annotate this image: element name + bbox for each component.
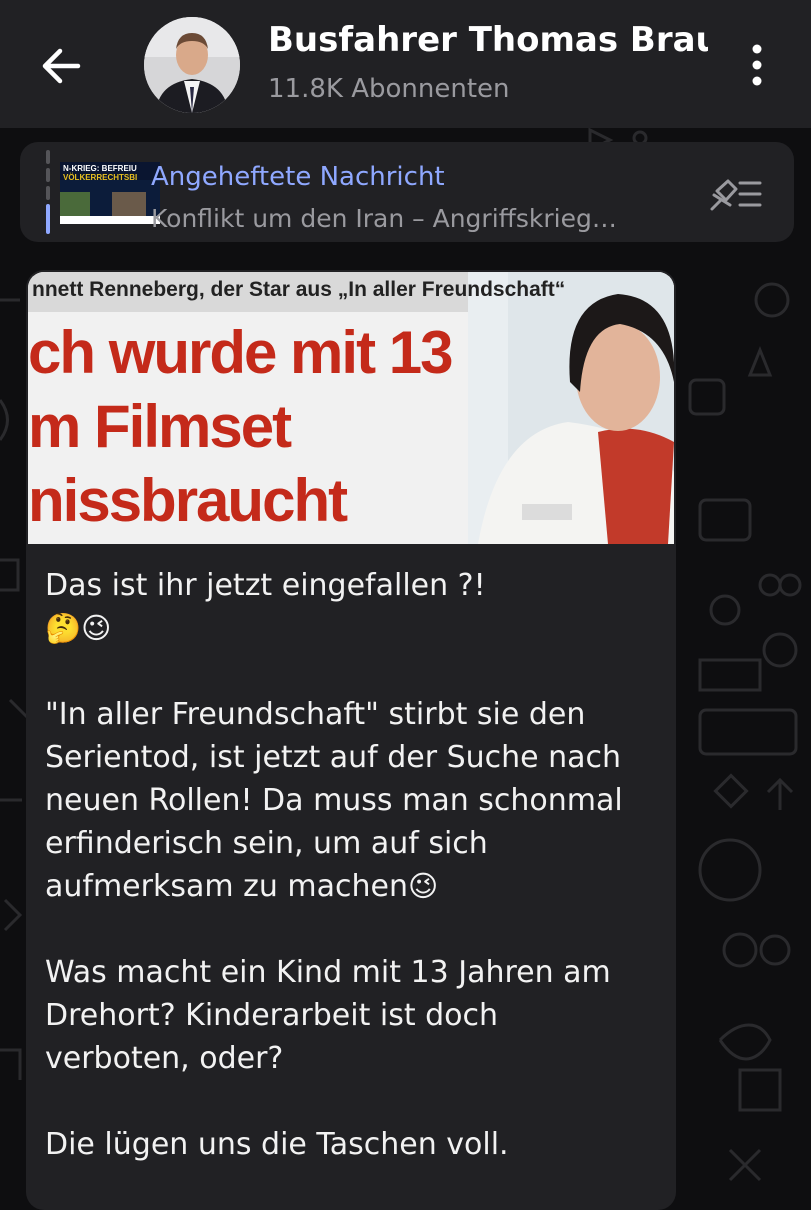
image-headline: ch wurde mit 13 m Filmset nissbraucht: [28, 316, 453, 538]
wink-emoji: 😉: [408, 869, 439, 903]
message-line-1: Das ist ihr jetzt eingefallen ?!: [45, 568, 486, 603]
channel-avatar[interactable]: [144, 17, 240, 113]
vertical-dots-icon: [752, 44, 762, 86]
pinned-thumbnail: N-KRIEG: BEFREIU VÖLKERRECHTSBI: [60, 162, 160, 224]
subscriber-count: 11.8K Abonnenten: [268, 74, 510, 104]
thumbnail-line-2: VÖLKERRECHTSBI: [63, 173, 138, 182]
post-photo[interactable]: nnett Renneberg, der Star aus „In aller …: [28, 272, 674, 544]
headline-line-1: ch wurde mit 13: [28, 319, 453, 386]
thinking-wink-emoji: 🤔😉: [45, 611, 112, 645]
pinned-message-bar[interactable]: N-KRIEG: BEFREIU VÖLKERRECHTSBI Angeheft…: [20, 142, 794, 242]
arrow-left-icon: [42, 48, 81, 84]
pinned-position-indicator: [46, 150, 50, 234]
headline-line-2: m Filmset: [28, 393, 292, 460]
message-bubble[interactable]: nnett Renneberg, der Star aus „In aller …: [26, 270, 676, 1210]
message-paragraph-3: Was macht ein Kind mit 13 Jahren am Dreh…: [45, 955, 611, 1076]
message-text: Das ist ihr jetzt eingefallen ?! 🤔😉 "In …: [45, 564, 645, 1166]
back-button[interactable]: [34, 40, 90, 92]
more-options-button[interactable]: [740, 40, 774, 90]
message-paragraph-2: "In aller Freundschaft" stirbt sie den S…: [45, 693, 645, 908]
pinned-list-button[interactable]: [708, 177, 764, 213]
unpin-list-icon: [710, 179, 762, 211]
pinned-preview-text: Konflikt um den Iran – Angriffskrieg…: [151, 204, 617, 233]
message-paragraph-1: Das ist ihr jetzt eingefallen ?! 🤔😉: [45, 564, 645, 650]
pinned-title: Angeheftete Nachricht: [151, 162, 445, 192]
image-kicker: nnett Renneberg, der Star aus „In aller …: [32, 278, 566, 301]
chat-header: Busfahrer Thomas Braun 11.8K Abonnenten: [0, 0, 811, 128]
channel-title[interactable]: Busfahrer Thomas Braun: [268, 20, 708, 60]
avatar-photo: [144, 17, 240, 113]
thumbnail-line-1: N-KRIEG: BEFREIU: [63, 164, 137, 173]
headline-line-3: nissbraucht: [28, 467, 348, 534]
message-paragraph-4: Die lügen uns die Taschen voll.: [45, 1127, 509, 1162]
paragraph-2-text: "In aller Freundschaft" stirbt sie den S…: [45, 697, 623, 904]
